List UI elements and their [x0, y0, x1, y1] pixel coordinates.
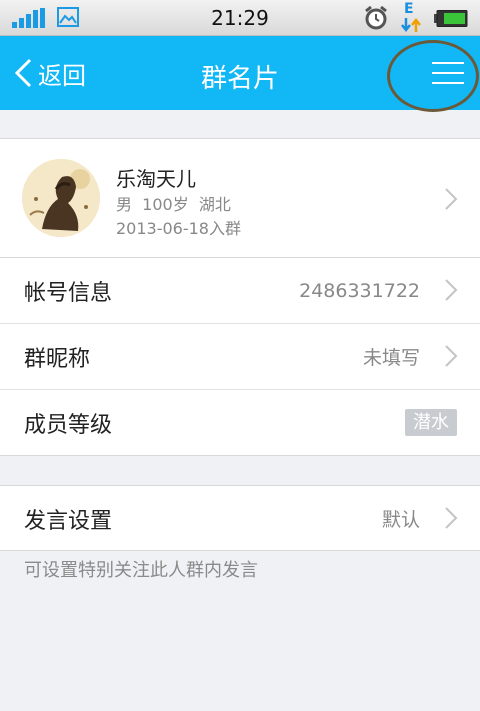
chevron-right-icon [445, 188, 458, 210]
row-label: 帐号信息 [24, 280, 113, 306]
chevron-right-icon [445, 345, 458, 367]
speech-section: 发言设置 默认 [0, 485, 480, 551]
level-badge: 潜水 [405, 409, 457, 436]
speech-setting-value: 默认 [381, 509, 420, 531]
row-group-nickname[interactable]: 群昵称 未填写 [0, 324, 480, 389]
row-label: 发言设置 [24, 508, 113, 534]
status-bar: 21:29 E [0, 0, 480, 36]
member-info: 男 100岁 湖北 [116, 195, 231, 214]
avatar [22, 159, 100, 237]
row-member-level: 成员等级 潜水 [0, 390, 480, 455]
account-number: 2486331722 [299, 279, 420, 302]
alarm-icon [365, 5, 387, 30]
row-label: 成员等级 [24, 412, 113, 438]
network-e-icon: E [400, 1, 422, 33]
speech-tip: 可设置特别关注此人群内发言 [24, 560, 258, 581]
nav-bar: 返回 群名片 [0, 36, 480, 110]
member-joined-date: 2013-06-18入群 [116, 219, 241, 238]
battery-icon [434, 10, 468, 27]
page-title: 群名片 [200, 64, 279, 94]
member-name: 乐淘天儿 [116, 167, 196, 191]
nickname-value: 未填写 [362, 347, 420, 369]
member-card[interactable]: 乐淘天儿 男 100岁 湖北 2013-06-18入群 [0, 138, 480, 258]
chevron-right-icon [445, 279, 458, 301]
row-account-info[interactable]: 帐号信息 2486331722 [0, 258, 480, 323]
row-speech-settings[interactable]: 发言设置 默认 [0, 486, 480, 551]
menu-icon[interactable] [428, 56, 468, 90]
chevron-right-icon [445, 507, 458, 529]
info-section: 帐号信息 2486331722 群昵称 未填写 成员等级 潜水 [0, 258, 480, 456]
row-label: 群昵称 [24, 346, 91, 372]
